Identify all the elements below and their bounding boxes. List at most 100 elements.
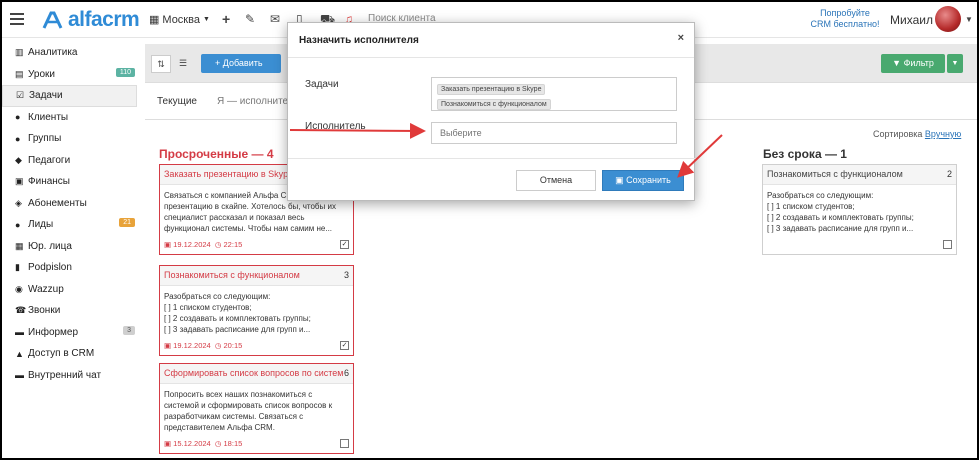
task-checkbox[interactable]: ✓	[340, 341, 349, 350]
sidebar-item-subscriptions[interactable]: ◈ Абонементы	[2, 193, 137, 215]
sidebar-item-label: Уроки	[28, 68, 55, 80]
tasks-icon: ☑	[16, 90, 25, 101]
task-card-title: Познакомиться с функционалом	[164, 270, 300, 280]
task-card-header[interactable]: Сформировать список вопросов по системе …	[160, 364, 353, 384]
teacher-icon: ◆	[15, 154, 22, 165]
task-card-count: 3	[343, 270, 349, 280]
chart-icon: ▥	[15, 47, 24, 58]
task-card-line: [ ] 2 создавать и комплектовать группы;	[164, 314, 311, 323]
brand-name: alfacrm	[68, 8, 140, 31]
sidebar-item-podpislon[interactable]: ▮ Podpislon	[2, 257, 137, 279]
task-card-deadline: ▣ 19.12.2024 ◷ 20:15	[164, 341, 243, 350]
tab-current[interactable]: Текущие	[157, 96, 197, 107]
task-card-line: [ ] 1 списком студентов;	[164, 303, 252, 312]
sidebar-item-label: Финансы	[28, 176, 70, 188]
chevron-down-icon: ▼	[202, 16, 210, 23]
building-icon: ▦	[15, 240, 24, 251]
task-card-line: Разобраться со следующим:	[164, 292, 271, 301]
task-card-line: функционал системы. Чтобы нам самим не..…	[164, 224, 333, 233]
filter-button[interactable]: ▼ Фильтр	[881, 54, 945, 73]
sidebar-item-teachers[interactable]: ◆ Педагоги	[2, 150, 137, 172]
sidebar-item-legal-entities[interactable]: ▦ Юр. лица	[2, 236, 137, 258]
money-icon: ▣	[15, 176, 24, 187]
chat-icon: ▬	[15, 370, 24, 381]
menu-icon[interactable]	[10, 13, 24, 25]
sort-icon[interactable]: ⇅	[151, 55, 171, 73]
task-checkbox[interactable]: ✓	[340, 240, 349, 249]
wrench-icon[interactable]: ✎	[245, 12, 255, 26]
task-card-line: [ ] 3 задавать расписание для групп и...	[767, 224, 914, 233]
dialog-divider	[288, 158, 696, 159]
sort-control: Сортировка Вручную	[873, 129, 961, 139]
task-card-line: презентацию в скайпе. Хотелось бы, чтобы…	[164, 202, 336, 211]
task-card-description: Разобраться со следующим: [ ] 1 списком …	[160, 286, 353, 340]
task-chip[interactable]: Заказать презентацию в Skype	[437, 84, 546, 95]
task-card-line: [ ] 3 задавать расписание для групп и...	[164, 325, 311, 334]
task-card-title: Сформировать список вопросов по системе	[164, 368, 349, 378]
sidebar-item-clients[interactable]: ● Клиенты	[2, 107, 137, 129]
executor-select[interactable]	[431, 122, 677, 144]
task-checkbox[interactable]	[943, 240, 952, 249]
sidebar-item-lessons[interactable]: ▤ Уроки 110	[2, 64, 137, 86]
chevron-down-icon[interactable]: ▼	[965, 15, 973, 24]
leads-count-badge: 21	[119, 218, 135, 227]
filter-label: Фильтр	[903, 58, 934, 68]
selected-tasks-field[interactable]: Заказать презентацию в Skype Познакомить…	[431, 77, 677, 111]
promo-line-1: Попробуйте	[820, 8, 870, 18]
task-card-deadline: ▣ 19.12.2024 ◷ 22:15	[164, 240, 243, 249]
task-card[interactable]: Познакомиться с функционалом 2 Разобрать…	[762, 164, 957, 255]
task-time: 18:15	[223, 439, 243, 448]
promo-link[interactable]: Попробуйте CRM бесплатно!	[810, 8, 880, 30]
sidebar-item-internal-chat[interactable]: ▬ Внутренний чат	[2, 365, 137, 387]
logo[interactable]: alfacrm	[42, 8, 140, 31]
task-date: 19.12.2024	[173, 341, 211, 350]
task-date: 15.12.2024	[173, 439, 211, 448]
task-card-line: Разобраться со следующим:	[767, 191, 874, 200]
task-card[interactable]: Сформировать список вопросов по системе …	[159, 363, 354, 454]
sidebar: ▥ Аналитика ▤ Уроки 110 ☑ Задачи ● Клиенты ● Г…	[2, 42, 137, 386]
promo-line-2: CRM бесплатно!	[810, 19, 880, 29]
filter-icon: ▼	[892, 58, 904, 68]
mail-icon[interactable]: ✉	[270, 12, 280, 26]
task-time: 20:15	[223, 341, 243, 350]
save-button[interactable]: ▣ Сохранить	[602, 170, 684, 191]
avatar[interactable]	[935, 6, 961, 32]
task-card[interactable]: Познакомиться с функционалом 3 Разобрать…	[159, 265, 354, 356]
task-chip[interactable]: Познакомиться с функционалом	[437, 99, 551, 110]
informer-count-badge: 3	[123, 325, 135, 335]
task-card-count: 6	[343, 368, 349, 378]
app-window: alfacrm ▦ Москва ▼ + ✎ ✉ ▯ ⛟ ♫ Поиск кли…	[2, 2, 977, 458]
city-label: Москва	[162, 13, 200, 26]
close-icon[interactable]: ×	[678, 32, 684, 44]
city-selector[interactable]: ▦ Москва ▼	[149, 13, 210, 27]
list-view-icon[interactable]: ☰	[173, 55, 193, 73]
task-card-header[interactable]: Познакомиться с функционалом 3	[160, 266, 353, 286]
dialog-title: Назначить исполнителя	[299, 35, 419, 46]
sidebar-item-tasks[interactable]: ☑ Задачи	[2, 85, 137, 107]
sidebar-item-label: Podpislon	[28, 262, 72, 274]
save-icon: ▣	[615, 175, 627, 185]
sidebar-item-label: Внутренний чат	[28, 369, 102, 381]
filter-dropdown-button[interactable]: ▼	[947, 54, 963, 73]
sidebar-item-informer[interactable]: ▬ Информер 3	[2, 322, 137, 344]
cancel-button[interactable]: Отмена	[516, 170, 596, 191]
user-name[interactable]: Михаил	[890, 13, 933, 27]
sidebar-item-wazzup[interactable]: ◉ Wazzup	[2, 279, 137, 301]
sidebar-item-groups[interactable]: ● Группы	[2, 128, 137, 150]
sidebar-item-label: Педагоги	[28, 154, 71, 166]
sidebar-item-calls[interactable]: ☎ Звонки	[2, 300, 137, 322]
sort-mode-link[interactable]: Вручную	[925, 129, 961, 139]
executor-label: Исполнитель	[305, 121, 366, 132]
task-checkbox[interactable]	[340, 439, 349, 448]
no-deadline-column-title: Без срока — 1	[763, 147, 847, 161]
task-card-line: [ ] 2 создавать и комплектовать группы;	[767, 213, 914, 222]
add-task-button[interactable]: + Добавить	[201, 54, 281, 73]
plus-icon[interactable]: +	[222, 12, 230, 26]
sidebar-item-analytics[interactable]: ▥ Аналитика	[2, 42, 137, 64]
sidebar-item-label: Информер	[28, 326, 79, 338]
sidebar-item-crm-access[interactable]: ▲ Доступ в CRM	[2, 343, 137, 365]
task-card-header[interactable]: Познакомиться с функционалом 2	[763, 165, 956, 185]
sidebar-item-finance[interactable]: ▣ Финансы	[2, 171, 137, 193]
sidebar-item-label: Группы	[28, 133, 62, 145]
sidebar-item-leads[interactable]: ● Лиды 21	[2, 214, 137, 236]
